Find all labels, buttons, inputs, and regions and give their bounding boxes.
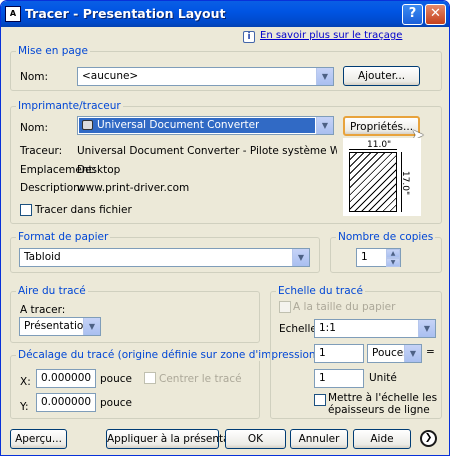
scale-lineweights-checkbox[interactable] [314, 394, 326, 406]
offset-y-input[interactable]: 0.000000 [36, 393, 96, 412]
plotter-label: Traceur: [20, 145, 63, 157]
preview-button[interactable]: Aperçu... [10, 429, 67, 449]
equals-sign: = [426, 346, 435, 358]
spin-down-icon[interactable]: ▼ [386, 258, 400, 267]
ok-button[interactable]: OK [225, 429, 286, 449]
copies-value: 1 [361, 251, 368, 263]
more-options-arrow-icon[interactable]: ❯ [420, 430, 437, 447]
paper-size-value: Tabloid [24, 251, 61, 263]
printer-name-label: Nom: [20, 122, 49, 134]
paper-sheet [349, 152, 397, 212]
autocad-app-icon: A [5, 6, 21, 22]
offset-y-unit: pouce [100, 397, 132, 409]
offset-x-unit: pouce [100, 373, 132, 385]
plot-scale-group-label: Echelle du tracé [276, 285, 365, 297]
help-title-button[interactable]: ? [402, 4, 423, 25]
info-icon: i [243, 31, 255, 43]
window-title: Tracer - Presentation Layout [25, 6, 226, 21]
plot-to-file-checkbox[interactable] [20, 204, 32, 216]
apply-to-layout-button[interactable]: Appliquer à la présentation [106, 429, 250, 449]
title-bar: A Tracer - Presentation Layout ? ✕ [1, 1, 449, 27]
plotter-value: Universal Document Converter - Pilote sy… [77, 145, 337, 157]
properties-button[interactable]: Propriétés... [343, 116, 420, 136]
what-to-plot-select[interactable]: Présentation ▼ [19, 317, 101, 336]
plot-to-file-label: Tracer dans fichier [35, 204, 132, 216]
scale-unit-select[interactable]: Pouces ▼ [367, 344, 422, 363]
paper-preview: 11.0" 17.0" [343, 138, 421, 216]
center-plot-label: Centrer le tracé [159, 373, 242, 385]
spin-up-icon[interactable]: ▲ [386, 249, 400, 258]
scale-denominator-unit: Unité [369, 372, 397, 384]
add-page-setup-button[interactable]: Ajouter... [343, 66, 420, 86]
chevron-down-icon[interactable]: ▼ [418, 320, 435, 337]
scale-lineweights-label-2: épaisseurs de ligne [328, 404, 430, 416]
description-label: Description: [20, 182, 84, 194]
copies-input[interactable]: 1 ▲ ▼ [356, 248, 401, 267]
plot-area-group-label: Aire du tracé [16, 285, 88, 297]
scale-numerator-input[interactable]: 1 [314, 344, 364, 363]
offset-y-label: Y: [20, 401, 29, 413]
printer-icon [82, 120, 93, 130]
fit-to-paper-label: A la taille du papier [293, 301, 396, 313]
printer-group-label: Imprimante/traceur [16, 100, 123, 112]
chevron-down-icon[interactable]: ▼ [316, 117, 333, 134]
page-setup-name-select[interactable]: <aucune> ▼ [77, 67, 334, 86]
printer-name-select[interactable]: Universal Document Converter ▼ [77, 116, 334, 135]
scale-denominator-input[interactable]: 1 [314, 369, 364, 388]
learn-more-link[interactable]: En savoir plus sur le traçage [260, 30, 402, 41]
fit-to-paper-checkbox[interactable] [279, 301, 291, 313]
cancel-button[interactable]: Annuler [290, 429, 348, 449]
close-button[interactable]: ✕ [425, 4, 446, 25]
paper-size-select[interactable]: Tabloid ▼ [19, 248, 310, 267]
help-button[interactable]: Aide [353, 429, 411, 449]
copies-spinner[interactable]: ▲ ▼ [386, 249, 400, 268]
copies-group-label: Nombre de copies [336, 231, 436, 243]
description-value: www.print-driver.com [77, 182, 190, 194]
plot-dialog: A Tracer - Presentation Layout ? ✕ i En … [0, 0, 450, 456]
page-setup-name-value: <aucune> [82, 70, 139, 82]
chevron-down-icon[interactable]: ▼ [404, 345, 421, 362]
page-setup-group-label: Mise en page [16, 45, 90, 57]
offset-x-label: X: [20, 376, 31, 388]
scale-select[interactable]: 1:1 ▼ [314, 319, 436, 338]
chevron-down-icon[interactable]: ▼ [292, 249, 309, 266]
printer-name-value: Universal Document Converter [97, 119, 260, 131]
chevron-down-icon[interactable]: ▼ [83, 318, 100, 335]
paper-size-group-label: Format de papier [16, 231, 111, 243]
what-to-plot-label: A tracer: [20, 304, 66, 316]
page-setup-name-label: Nom: [20, 71, 49, 83]
offset-x-input[interactable]: 0.000000 [36, 369, 96, 388]
chevron-down-icon[interactable]: ▼ [316, 68, 333, 85]
center-plot-checkbox[interactable] [144, 372, 156, 384]
scale-value: 1:1 [319, 322, 336, 334]
location-value: Desktop [77, 164, 121, 176]
preview-height-label: 17.0" [400, 170, 411, 196]
scale-lineweights-label-1: Mettre à l'échelle les [328, 392, 438, 404]
what-to-plot-value: Présentation [24, 320, 90, 332]
